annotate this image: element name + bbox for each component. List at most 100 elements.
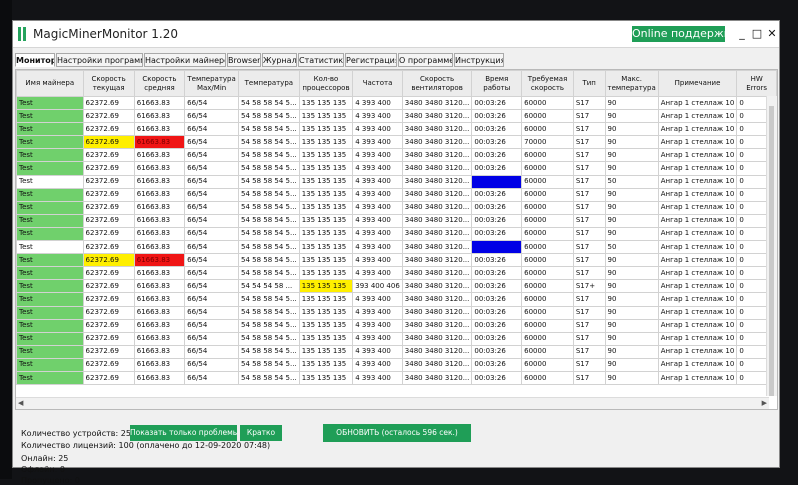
tab-statistics[interactable]: Статистика	[298, 53, 344, 67]
minimize-icon[interactable]: _	[735, 26, 749, 42]
table-cell: 4 393 400	[352, 240, 403, 255]
table-cell: 60000	[521, 279, 574, 294]
table-cell: 90	[604, 122, 659, 137]
column-header[interactable]: Скорость вентиляторов	[401, 70, 473, 97]
table-cell: 66/54	[184, 370, 240, 386]
tab-about[interactable]: О программе	[398, 53, 453, 67]
refresh-button[interactable]: ОБНОВИТЬ (осталось 596 сек.)	[323, 424, 471, 442]
column-header[interactable]: Скорость текущая	[82, 70, 135, 97]
footer-panel: Количество устройств: 25 Количество лице…	[13, 413, 779, 485]
table-cell: 54 58 58 54 5...	[238, 240, 300, 255]
table-cell: 54 58 58 54 5...	[238, 331, 300, 346]
table-cell: 62372.69	[82, 305, 135, 320]
table-cell: 90	[604, 226, 659, 242]
table-row[interactable]: Test 62372.69 61663.83 66/54 54 58 58 54 5..…	[16, 213, 777, 228]
table-cell: Test	[16, 292, 84, 307]
table-cell: 135 135 135	[298, 161, 354, 176]
table-cell: 3480 3480 3120...	[401, 318, 473, 333]
table-row[interactable]: Test 62372.69 61663.83 66/54 54 58 58 54 5..…	[16, 174, 777, 189]
scroll-right-icon[interactable]: ▶	[762, 398, 767, 409]
tab-program-settings[interactable]: Настройки программы	[56, 53, 143, 67]
column-header[interactable]: Температура Max/Min	[184, 70, 240, 97]
table-cell: 62372.69	[82, 187, 135, 202]
table-cell: 66/54	[184, 240, 240, 255]
tab-log[interactable]: Журнал	[262, 53, 297, 67]
column-header[interactable]: Скорость средняя	[133, 70, 186, 97]
close-icon[interactable]: ✕	[765, 26, 779, 42]
table-cell: 54 58 58 54 5...	[238, 200, 300, 215]
horizontal-scrollbar[interactable]: ◀ ▶	[16, 397, 769, 409]
table-row[interactable]: Test 62372.69 61663.83 66/54 54 58 58 54 5..…	[16, 95, 777, 111]
table-cell: Test	[16, 240, 84, 255]
table-cell: 66/54	[184, 357, 240, 372]
table-cell: S17	[572, 161, 606, 176]
table-cell: Ангар 1 стеллаж 10	[657, 331, 738, 346]
column-header[interactable]: Требуемая скорость	[521, 70, 574, 97]
brief-button[interactable]: Кратко	[240, 425, 282, 441]
table-row[interactable]: Test 62372.69 61663.83 66/54 54 58 58 54 5..…	[16, 148, 777, 163]
column-header[interactable]: HW Errors	[736, 70, 777, 97]
table-row[interactable]: Test 62372.69 61663.83 66/54 54 58 58 54 5..…	[16, 344, 777, 359]
table-cell: S17	[572, 344, 606, 359]
table-row[interactable]: Test 62372.69 61663.83 66/54 54 58 58 54 5..…	[16, 266, 777, 281]
table-cell: 54 58 58 54 5...	[238, 95, 300, 111]
table-row[interactable]: Test 62372.69 61663.83 66/54 54 58 58 54 5..…	[16, 253, 777, 268]
column-header[interactable]: Имя майнера	[16, 70, 84, 97]
table-row[interactable]: Test 62372.69 61663.83 66/54 54 58 58 54 5..…	[16, 122, 777, 137]
table-cell: 66/54	[184, 135, 240, 150]
table-cell: 62372.69	[82, 292, 135, 307]
table-row[interactable]: Test 62372.69 61663.83 66/54 54 58 58 54 5..…	[16, 226, 777, 242]
vertical-scroll-thumb[interactable]	[769, 106, 774, 396]
table-cell: 135 135 135	[298, 331, 354, 346]
table-cell: S17	[572, 109, 606, 124]
column-header[interactable]: Частота	[352, 70, 403, 97]
table-row[interactable]: Test 62372.69 61663.83 66/54 54 58 58 54 5..…	[16, 161, 777, 176]
table-row[interactable]: Test 62372.69 61663.83 66/54 54 54 54 58 ...…	[16, 279, 777, 294]
table-cell: 90	[604, 109, 659, 124]
table-row[interactable]: Test 62372.69 61663.83 66/54 54 58 58 54 5..…	[16, 318, 777, 333]
table-cell: Test	[16, 253, 84, 268]
tab-browser[interactable]: Browser	[227, 53, 261, 67]
table-row[interactable]: Test 62372.69 61663.83 66/54 54 58 58 54 5..…	[16, 357, 777, 372]
column-header[interactable]: Время работы	[471, 70, 523, 97]
table-row[interactable]: Test 62372.69 61663.83 66/54 54 58 58 54 5..…	[16, 135, 777, 150]
maximize-icon[interactable]: □	[750, 26, 764, 42]
show-problems-button[interactable]: Показать только проблемы	[130, 425, 237, 441]
table-row[interactable]: Test 62372.69 61663.83 66/54 54 58 58 54 5..…	[16, 331, 777, 346]
tab-registration[interactable]: Регистрация	[345, 53, 397, 67]
table-cell: 60000	[521, 292, 574, 307]
column-header[interactable]: Кол-во процессоров	[298, 70, 354, 97]
table-row[interactable]: Test 62372.69 61663.83 66/54 54 58 58 54 5..…	[16, 305, 777, 320]
scroll-left-icon[interactable]: ◀	[18, 398, 23, 409]
table-row[interactable]: Test 62372.69 61663.83 66/54 54 58 58 54 5..…	[16, 109, 777, 124]
column-header[interactable]: Примечание	[657, 70, 738, 97]
table-cell: 4 393 400	[352, 95, 403, 111]
table-row[interactable]: Test 62372.69 61663.83 66/54 54 58 58 54 5..…	[16, 370, 777, 386]
table-cell: 60000	[521, 148, 574, 163]
table-cell: 135 135 135	[298, 135, 354, 150]
table-row[interactable]: Test 62372.69 61663.83 66/54 54 58 58 54 5..…	[16, 292, 777, 307]
table-cell: 62372.69	[82, 95, 135, 111]
table-cell: 90	[604, 200, 659, 215]
column-header[interactable]: Тип	[572, 70, 606, 97]
tab-miner-settings[interactable]: Настройки майнеров	[144, 53, 226, 67]
table-cell: Ангар 1 стеллаж 10	[657, 148, 738, 163]
table-cell: 60000	[521, 331, 574, 346]
table-cell: 61663.83	[133, 200, 186, 215]
vertical-scrollbar[interactable]	[766, 96, 777, 396]
tab-monitor[interactable]: Монитор	[15, 53, 55, 67]
table-row[interactable]: Test 62372.69 61663.83 66/54 54 58 58 54 5..…	[16, 240, 777, 255]
column-header[interactable]: Макс. температура	[604, 70, 659, 97]
table-cell: Ангар 1 стеллаж 10	[657, 357, 738, 372]
table-cell: 00:03:26	[471, 357, 523, 372]
online-support-button[interactable]: Online поддержка	[632, 26, 725, 42]
tab-instructions[interactable]: Инструкция	[454, 53, 504, 67]
table-cell: 00:03:26	[471, 266, 523, 281]
column-header[interactable]: Температура	[238, 70, 300, 97]
table-cell: Ангар 1 стеллаж 10	[657, 174, 738, 189]
table-cell: 00:03:26	[471, 135, 523, 150]
table-row[interactable]: Test 62372.69 61663.83 66/54 54 58 58 54 5..…	[16, 200, 777, 215]
table-cell: 54 58 58 54 5...	[238, 292, 300, 307]
table-cell: 135 135 135	[298, 226, 354, 242]
table-row[interactable]: Test 62372.69 61663.83 66/54 54 58 58 54 5..…	[16, 187, 777, 202]
